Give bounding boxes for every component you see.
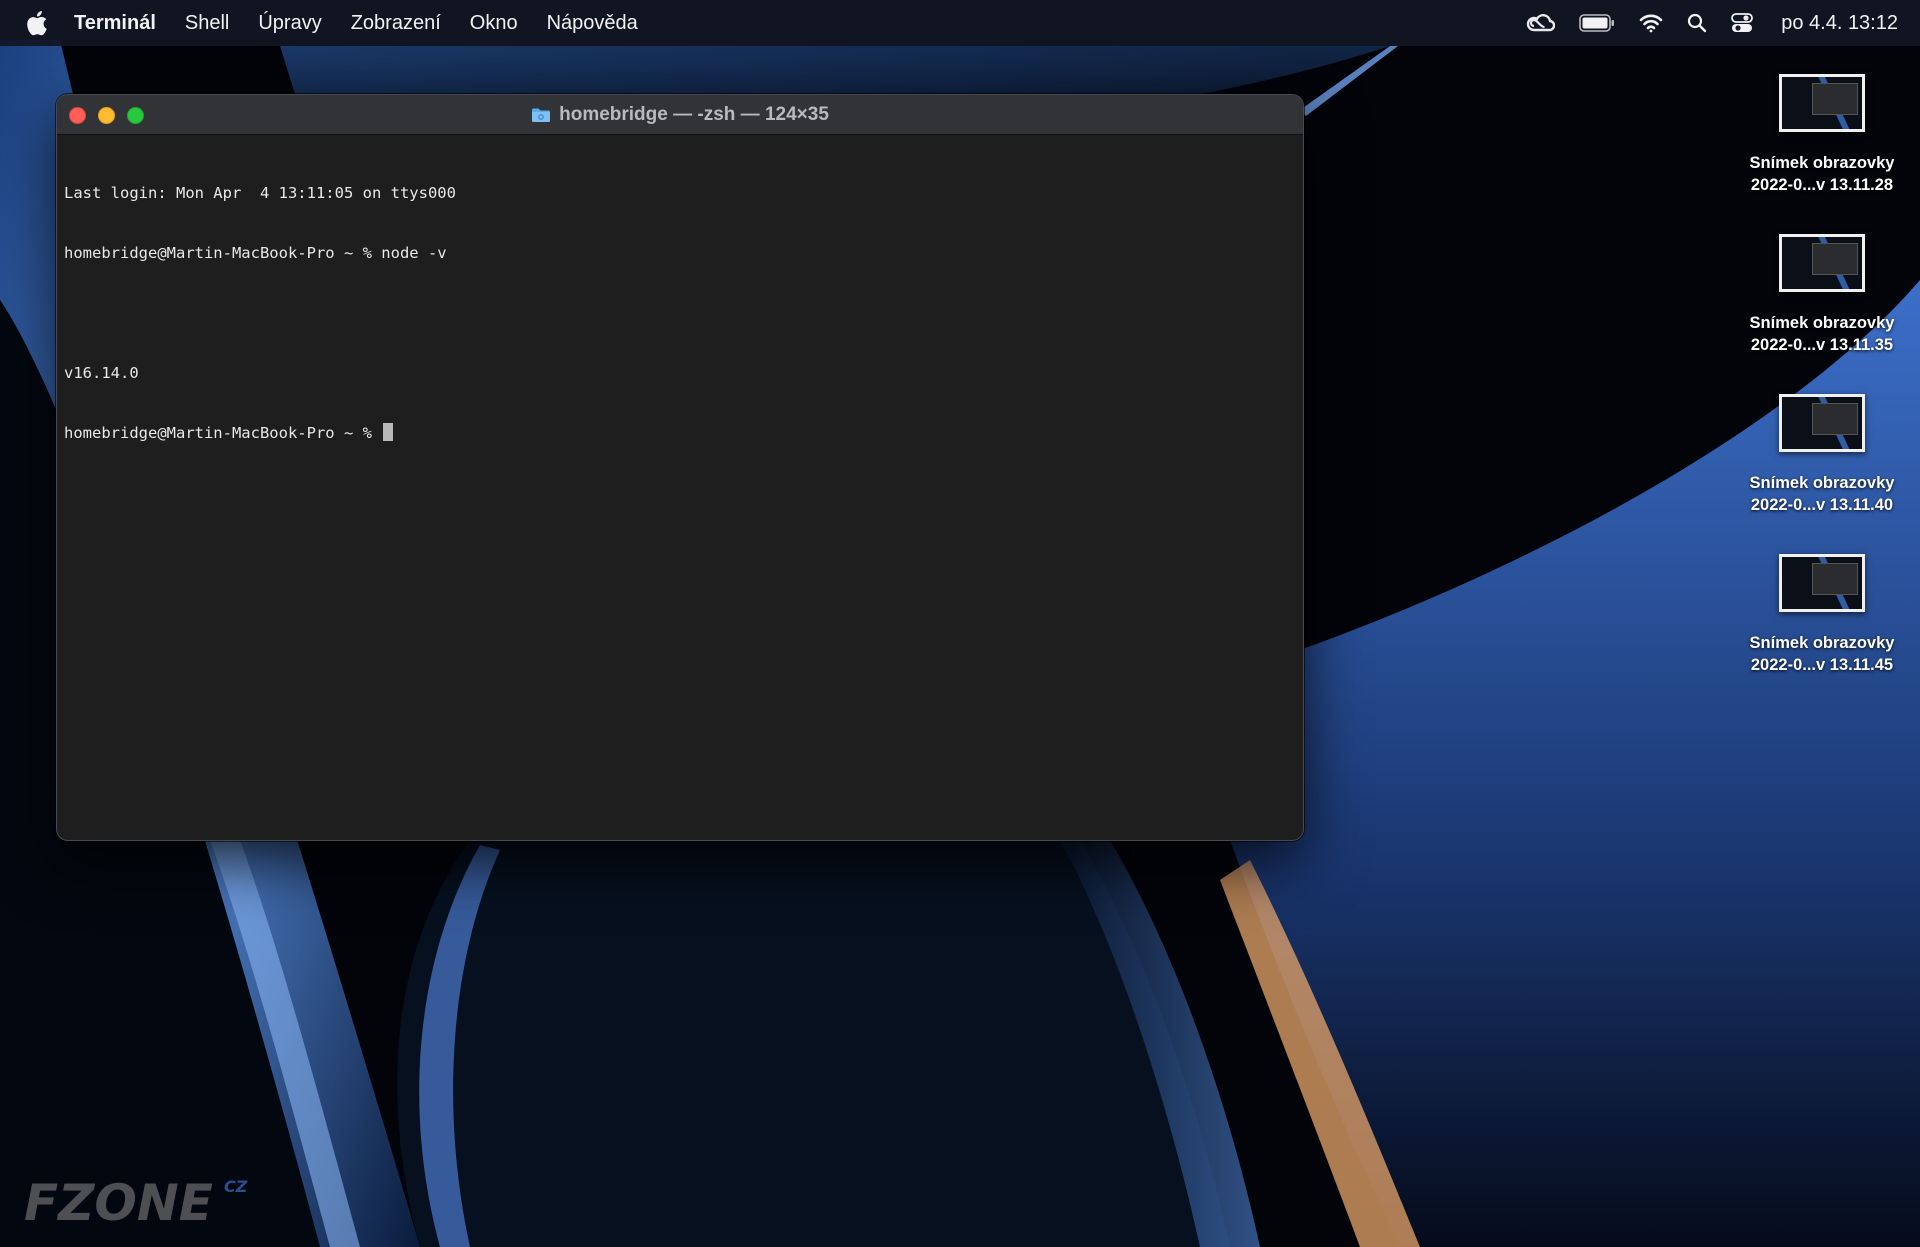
file-label: Snímek obrazovky 2022-0...v 13.11.40	[1749, 474, 1895, 514]
desktop-file-screenshot[interactable]: Snímek obrazovky 2022-0...v 13.11.35	[1724, 234, 1920, 394]
desktop-icons: Snímek obrazovky 2022-0...v 13.11.28 Sním…	[1724, 74, 1920, 714]
menu-terminal[interactable]: Terminál	[74, 12, 156, 35]
screenshot-thumbnail-icon	[1779, 554, 1865, 612]
search-icon[interactable]	[1687, 13, 1707, 33]
screenshot-thumbnail-icon	[1779, 234, 1865, 292]
folder-icon	[531, 107, 551, 123]
terminal-output[interactable]: Last login: Mon Apr 4 13:11:05 on ttys00…	[57, 135, 1303, 491]
desktop-file-screenshot[interactable]: Snímek obrazovky 2022-0...v 13.11.40	[1724, 394, 1920, 554]
svg-text:CZ: CZ	[224, 1177, 248, 1196]
svg-text:FZONE: FZONE	[24, 1174, 213, 1230]
menu-edit[interactable]: Úpravy	[258, 12, 321, 35]
apple-menu-icon[interactable]	[26, 9, 52, 37]
menu-shell[interactable]: Shell	[185, 12, 229, 35]
text-cursor	[383, 423, 394, 441]
window-title: homebridge — -zsh — 124×35	[559, 103, 829, 125]
terminal-line: Last login: Mon Apr 4 13:11:05 on ttys00…	[64, 184, 456, 202]
desktop-file-screenshot[interactable]: Snímek obrazovky 2022-0...v 13.11.28	[1724, 74, 1920, 234]
window-titlebar[interactable]: homebridge — -zsh — 124×35	[57, 95, 1303, 135]
screenshot-thumbnail-icon	[1779, 74, 1865, 132]
desktop-file-screenshot[interactable]: Snímek obrazovky 2022-0...v 13.11.45	[1724, 554, 1920, 714]
zoom-button[interactable]	[127, 107, 144, 124]
minimize-button[interactable]	[98, 107, 115, 124]
wifi-icon[interactable]	[1639, 13, 1663, 33]
terminal-line: homebridge@Martin-MacBook-Pro ~ % node -…	[64, 244, 447, 262]
menu-window[interactable]: Okno	[470, 12, 518, 35]
terminal-line: v16.14.0	[64, 364, 139, 382]
file-label: Snímek obrazovky 2022-0...v 13.11.45	[1749, 634, 1895, 674]
battery-icon[interactable]	[1579, 14, 1615, 32]
terminal-prompt: homebridge@Martin-MacBook-Pro ~ %	[64, 424, 382, 442]
traffic-lights	[69, 107, 144, 124]
screenshot-thumbnail-icon	[1779, 394, 1865, 452]
menu-help[interactable]: Nápověda	[547, 12, 638, 35]
fzone-watermark-logo: FZONE CZ	[24, 1174, 248, 1230]
window-title-area: homebridge — -zsh — 124×35	[57, 95, 1303, 134]
menu-bar-clock[interactable]: po 4.4. 13:12	[1781, 12, 1898, 35]
terminal-prompt-line[interactable]: homebridge@Martin-MacBook-Pro ~ %	[64, 423, 1296, 443]
file-label: Snímek obrazovky 2022-0...v 13.11.28	[1749, 154, 1895, 194]
menu-bar: Terminál Shell Úpravy Zobrazení Okno Náp…	[0, 0, 1920, 46]
terminal-window[interactable]: homebridge — -zsh — 124×35 Last login: M…	[56, 94, 1304, 841]
close-button[interactable]	[69, 107, 86, 124]
menu-view[interactable]: Zobrazení	[351, 12, 441, 35]
creative-cloud-icon[interactable]	[1525, 12, 1556, 34]
file-label: Snímek obrazovky 2022-0...v 13.11.35	[1749, 314, 1895, 354]
control-center-icon[interactable]	[1731, 12, 1754, 34]
